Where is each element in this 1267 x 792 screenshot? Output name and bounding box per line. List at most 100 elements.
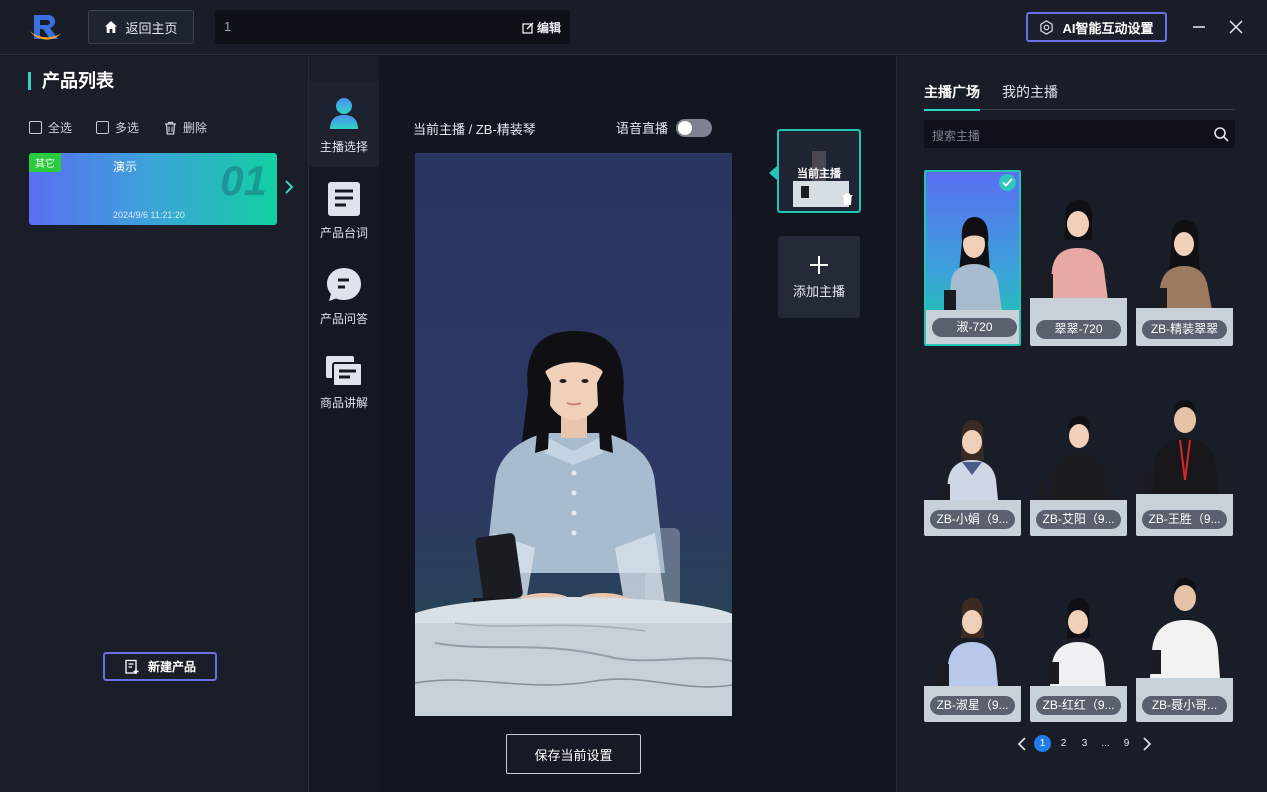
anchor-tabs: 主播广场 我的主播: [924, 80, 1235, 111]
multi-select-label: 多选: [115, 121, 140, 135]
home-icon: [105, 21, 118, 33]
tab-anchor-square[interactable]: 主播广场: [924, 82, 980, 111]
anchor-tile[interactable]: ZB-王胜（9...: [1136, 360, 1233, 536]
app-logo: [30, 15, 61, 40]
person-icon: [330, 97, 358, 129]
product-list-panel: 产品列表 全选 多选 删除 其它 演示 01 2024/9/6 11:21:20…: [0, 56, 309, 792]
anchor-tile[interactable]: ZB-艾阳（9...: [1030, 360, 1127, 536]
nav-label: 产品问答: [319, 311, 368, 326]
close-icon: [1229, 20, 1243, 34]
delete-button[interactable]: 删除: [164, 119, 207, 136]
prev-page-button[interactable]: [1014, 735, 1030, 752]
anchor-tile[interactable]: ZB-红红（9...: [1030, 546, 1127, 722]
nav-top-strip: [309, 56, 379, 81]
page-3-button[interactable]: 3: [1076, 735, 1093, 752]
anchor-name: ZB-聂小哥...: [1142, 696, 1227, 715]
selected-check-icon: [999, 174, 1016, 191]
minimize-button[interactable]: [1188, 16, 1210, 38]
home-button[interactable]: 返回主页: [88, 10, 194, 44]
voice-live-control: 语音直播: [616, 118, 713, 137]
add-anchor-label: 添加主播: [792, 283, 845, 299]
product-name: 演示: [113, 160, 138, 174]
current-anchor-thumb[interactable]: 当前主播: [777, 129, 861, 213]
new-product-label: 新建产品: [147, 660, 196, 674]
anchor-tile[interactable]: ZB-淑星（9...: [924, 546, 1021, 722]
nav-label: 产品台词: [319, 225, 368, 240]
anchor-tile[interactable]: ZB-精装翠翠: [1136, 170, 1233, 346]
trash-icon[interactable]: [842, 193, 853, 205]
anchor-name: ZB-红红（9...: [1036, 696, 1121, 715]
voice-live-toggle[interactable]: [676, 118, 713, 137]
anchor-name: 淑-720: [932, 318, 1017, 337]
anchor-name: ZB-淑星（9...: [930, 696, 1015, 715]
tab-my-anchors[interactable]: 我的主播: [1002, 82, 1058, 102]
anchor-preview-area: 当前主播 / ZB-精装琴 语音直播 保存当前设置 当前主播 添加主播: [379, 56, 896, 792]
anchor-tile[interactable]: 翠翠-720: [1030, 170, 1127, 346]
anchor-preview-image: [415, 153, 732, 716]
edit-label: 编辑: [536, 21, 561, 35]
new-product-button[interactable]: 新建产品: [103, 652, 217, 681]
anchor-search-field[interactable]: 搜索主播: [924, 120, 1235, 148]
multi-select-checkbox[interactable]: 多选: [96, 119, 139, 136]
anchor-name: ZB-艾阳（9...: [1036, 510, 1121, 529]
ai-settings-label: AI智能互动设置: [1062, 20, 1154, 36]
document-icon: [328, 181, 360, 216]
current-anchor-thumb-label: 当前主播: [797, 168, 841, 180]
pagination: 1 2 3 ... 9: [1014, 735, 1155, 752]
category-badge: 其它: [29, 153, 61, 172]
anchor-name: 翠翠-720: [1036, 320, 1121, 339]
nav-item-product-script[interactable]: 产品台词: [309, 167, 379, 253]
voice-live-label: 语音直播: [616, 121, 669, 136]
anchor-tile[interactable]: 淑-720: [924, 170, 1021, 346]
trash-icon: [165, 121, 176, 135]
edit-button[interactable]: 编辑: [522, 19, 561, 36]
chevron-left-icon: [1017, 736, 1026, 751]
nav-label: 商品讲解: [319, 395, 368, 410]
close-button[interactable]: [1225, 16, 1247, 38]
plus-icon: [810, 255, 828, 274]
current-anchor-label: 当前主播 / ZB-精装琴: [413, 122, 536, 137]
checkbox-icon: [96, 121, 109, 134]
product-name-value: 1: [224, 19, 232, 34]
chevron-right-icon[interactable]: [284, 179, 294, 195]
nav-item-anchor-select[interactable]: 主播选择: [309, 81, 379, 167]
anchor-grid: 淑-720 翠翠-720 ZB-精装翠翠 ZB-小娟（9... ZB-艾阳（9.…: [924, 170, 1235, 732]
select-all-checkbox[interactable]: 全选: [29, 119, 72, 136]
side-nav: 主播选择 产品台词 产品问答 商品讲解: [309, 56, 379, 792]
anchor-tile[interactable]: ZB-小娟（9...: [924, 360, 1021, 536]
save-settings-button[interactable]: 保存当前设置: [506, 734, 641, 774]
next-page-button[interactable]: [1139, 735, 1155, 752]
product-name-field[interactable]: 1 编辑: [215, 10, 570, 44]
nav-item-product-qa[interactable]: 产品问答: [309, 253, 379, 339]
product-card[interactable]: 其它 演示 01 2024/9/6 11:21:20: [29, 153, 277, 225]
minimize-icon: [1193, 26, 1205, 28]
chat-icon: [327, 267, 361, 301]
anchor-square-panel: 主播广场 我的主播 搜索主播 淑-720 翠翠-720 ZB-精装翠翠 ZB-小…: [896, 56, 1267, 792]
new-document-icon: [125, 659, 139, 674]
search-placeholder: 搜索主播: [932, 129, 981, 143]
page-2-button[interactable]: 2: [1055, 735, 1072, 752]
checkbox-icon: [29, 121, 42, 134]
page-ellipsis[interactable]: ...: [1097, 735, 1114, 752]
anchor-name: ZB-精装翠翠: [1142, 320, 1227, 339]
anchor-tile[interactable]: ZB-聂小哥...: [1136, 546, 1233, 722]
product-number: 01: [220, 157, 267, 204]
page-1-button[interactable]: 1: [1034, 735, 1051, 752]
delete-label: 删除: [183, 121, 208, 135]
add-anchor-button[interactable]: 添加主播: [778, 236, 860, 318]
edit-icon: [522, 22, 534, 34]
ai-settings-button[interactable]: AI智能互动设置: [1026, 12, 1167, 42]
nav-item-goods-explain[interactable]: 商品讲解: [309, 339, 379, 425]
anchor-name: ZB-小娟（9...: [930, 510, 1015, 529]
chevron-right-icon: [1143, 736, 1152, 751]
slides-icon: [326, 355, 363, 387]
page-9-button[interactable]: 9: [1118, 735, 1135, 752]
search-icon[interactable]: [1213, 126, 1229, 142]
anchor-figure-illustration: [415, 331, 732, 716]
anchor-name: ZB-王胜（9...: [1142, 510, 1227, 529]
product-list-title: 产品列表: [28, 72, 114, 90]
nav-label: 主播选择: [319, 139, 368, 154]
product-date: 2024/9/6 11:21:20: [113, 210, 185, 220]
select-all-label: 全选: [48, 121, 73, 135]
top-bar: 返回主页 1 编辑 AI智能互动设置: [0, 0, 1267, 55]
